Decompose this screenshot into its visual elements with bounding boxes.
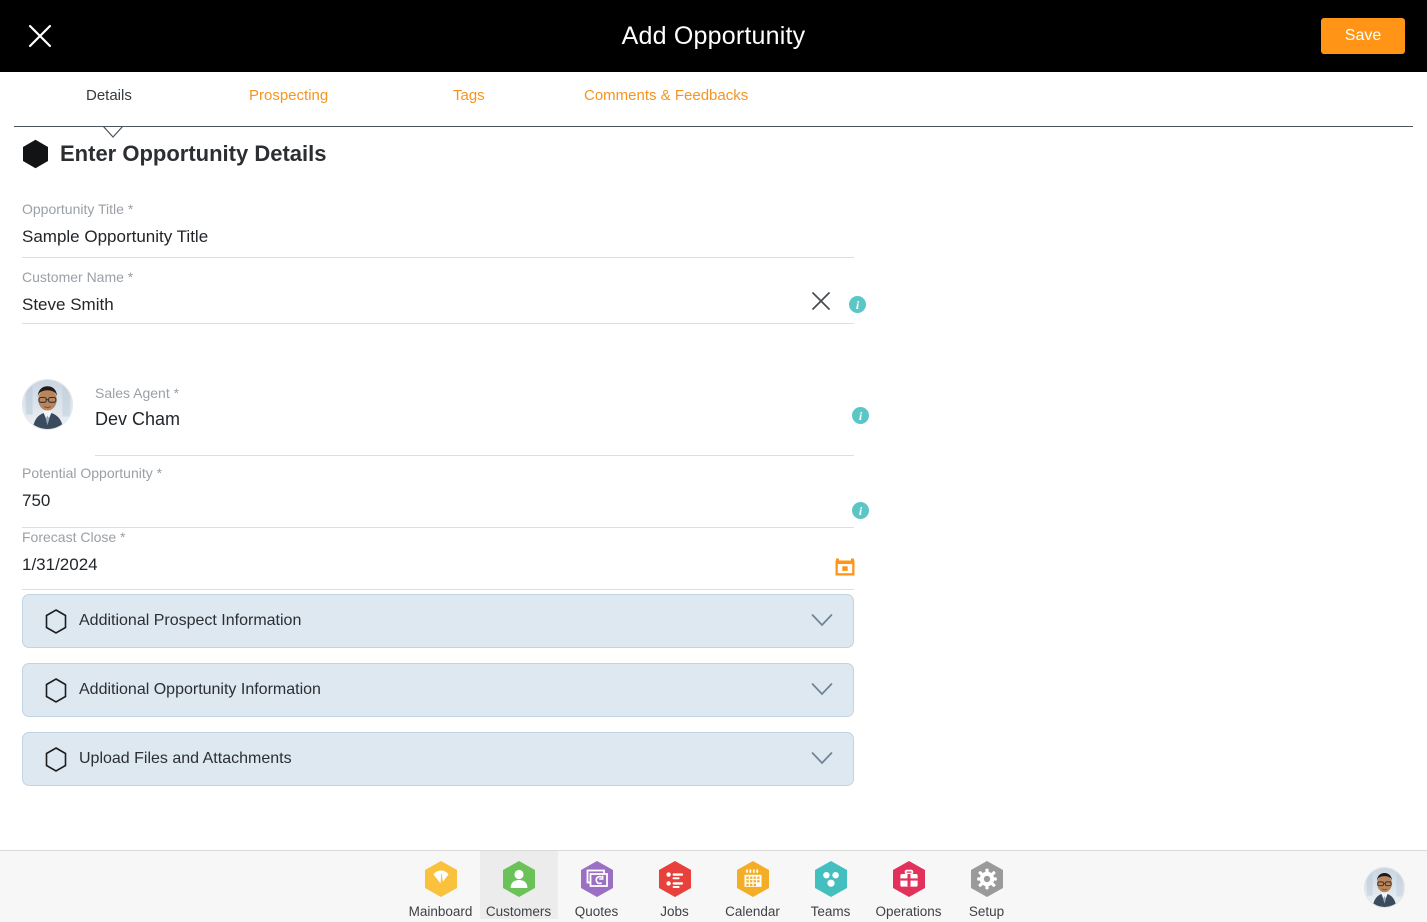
nav-item-calendar[interactable]: Calendar [714,851,792,919]
sales-agent-avatar [22,379,73,430]
tab-bar: Details Prospecting Tags Comments & Feed… [0,72,1427,127]
jobs-icon [658,861,691,897]
field-sales-agent[interactable]: Sales Agent * Dev Cham i [22,370,869,456]
field-underline [95,455,854,456]
nav-label: Customers [485,904,552,919]
section-header: Enter Opportunity Details [22,139,326,169]
nav-label: Quotes [574,904,619,919]
teams-icon [814,861,847,897]
field-forecast-close[interactable]: Forecast Close * 1/31/2024 [22,528,857,590]
user-avatar[interactable] [1364,867,1405,908]
add-opportunity-screen: Add Opportunity Save Details Prospecting… [0,0,1427,922]
forecast-close-input[interactable]: 1/31/2024 [22,554,854,576]
potential-opportunity-input[interactable]: 750 [22,490,854,512]
top-app-bar: Add Opportunity Save [0,0,1427,72]
field-opportunity-title[interactable]: Opportunity Title * Sample Opportunity T… [22,196,854,258]
clear-customer-name-icon[interactable] [810,290,832,312]
nav-label: Calendar [725,904,780,919]
setup-icon [970,861,1003,897]
mainboard-icon [424,861,457,897]
nav-label: Jobs [660,904,689,919]
tab-comments-and-feedbacks[interactable]: Comments & Feedbacks [584,87,748,104]
tab-tags[interactable]: Tags [453,87,485,104]
field-label: Customer Name * [22,269,134,285]
bottom-navigation-bar: Mainboard Customers Quotes Jobs Calendar… [0,850,1427,922]
chevron-down-icon[interactable] [811,682,833,696]
tab-details[interactable]: Details [86,87,132,104]
accordion-label: Additional Opportunity Information [79,681,321,698]
active-tab-caret-icon [102,126,124,138]
tab-divider [14,126,1413,127]
quotes-icon [580,861,613,897]
tab-prospecting[interactable]: Prospecting [249,87,328,104]
hexagon-icon [23,139,48,169]
field-label: Forecast Close * [22,529,126,545]
field-customer-name[interactable]: Customer Name * Steve Smith i [22,258,866,324]
nav-item-operations[interactable]: Operations [870,851,948,919]
calendar-icon [736,861,769,897]
hexagon-outline-icon [45,677,67,703]
opportunity-form: Opportunity Title * Sample Opportunity T… [22,196,869,590]
customers-icon [502,861,535,897]
nav-item-customers[interactable]: Customers [479,851,558,919]
section-title: Enter Opportunity Details [60,141,327,166]
nav-label: Mainboard [408,904,473,919]
accordion-label: Upload Files and Attachments [79,750,292,767]
opportunity-title-input[interactable]: Sample Opportunity Title [22,226,854,248]
nav-item-mainboard[interactable]: Mainboard [402,851,480,919]
sales-agent-input[interactable]: Dev Cham [95,408,854,430]
operations-icon [892,861,925,897]
nav-item-jobs[interactable]: Jobs [636,851,714,919]
field-underline [22,323,854,324]
chevron-down-icon[interactable] [811,751,833,765]
save-button[interactable]: Save [1321,18,1405,54]
calendar-icon[interactable] [833,554,857,578]
nav-item-quotes[interactable]: Quotes [558,851,636,919]
field-label: Sales Agent * [95,385,180,401]
nav-label: Teams [810,904,851,919]
customer-name-info-icon[interactable]: i [849,296,866,313]
sales-agent-info-icon[interactable]: i [852,407,869,424]
accordion-additional-prospect-information[interactable]: Additional Prospect Information [22,594,854,648]
customer-name-input[interactable]: Steve Smith [22,294,854,316]
field-underline [22,589,854,590]
nav-label: Setup [968,904,1005,919]
page-title: Add Opportunity [621,21,806,50]
nav-label: Operations [875,904,942,919]
field-label: Opportunity Title * [22,201,134,217]
hexagon-outline-icon [45,608,67,634]
nav-item-setup[interactable]: Setup [948,851,1026,919]
accordion-list: Additional Prospect Information Addition… [22,594,854,801]
accordion-label: Additional Prospect Information [79,612,302,629]
accordion-upload-files-and-attachments[interactable]: Upload Files and Attachments [22,732,854,786]
field-label: Potential Opportunity * [22,465,163,481]
field-potential-opportunity[interactable]: Potential Opportunity * 750 i [22,464,869,528]
chevron-down-icon[interactable] [811,613,833,627]
bottom-nav-items: Mainboard Customers Quotes Jobs Calendar… [402,851,1026,922]
hexagon-outline-icon [45,746,67,772]
nav-item-teams[interactable]: Teams [792,851,870,919]
accordion-additional-opportunity-information[interactable]: Additional Opportunity Information [22,663,854,717]
potential-opportunity-info-icon[interactable]: i [852,502,869,519]
